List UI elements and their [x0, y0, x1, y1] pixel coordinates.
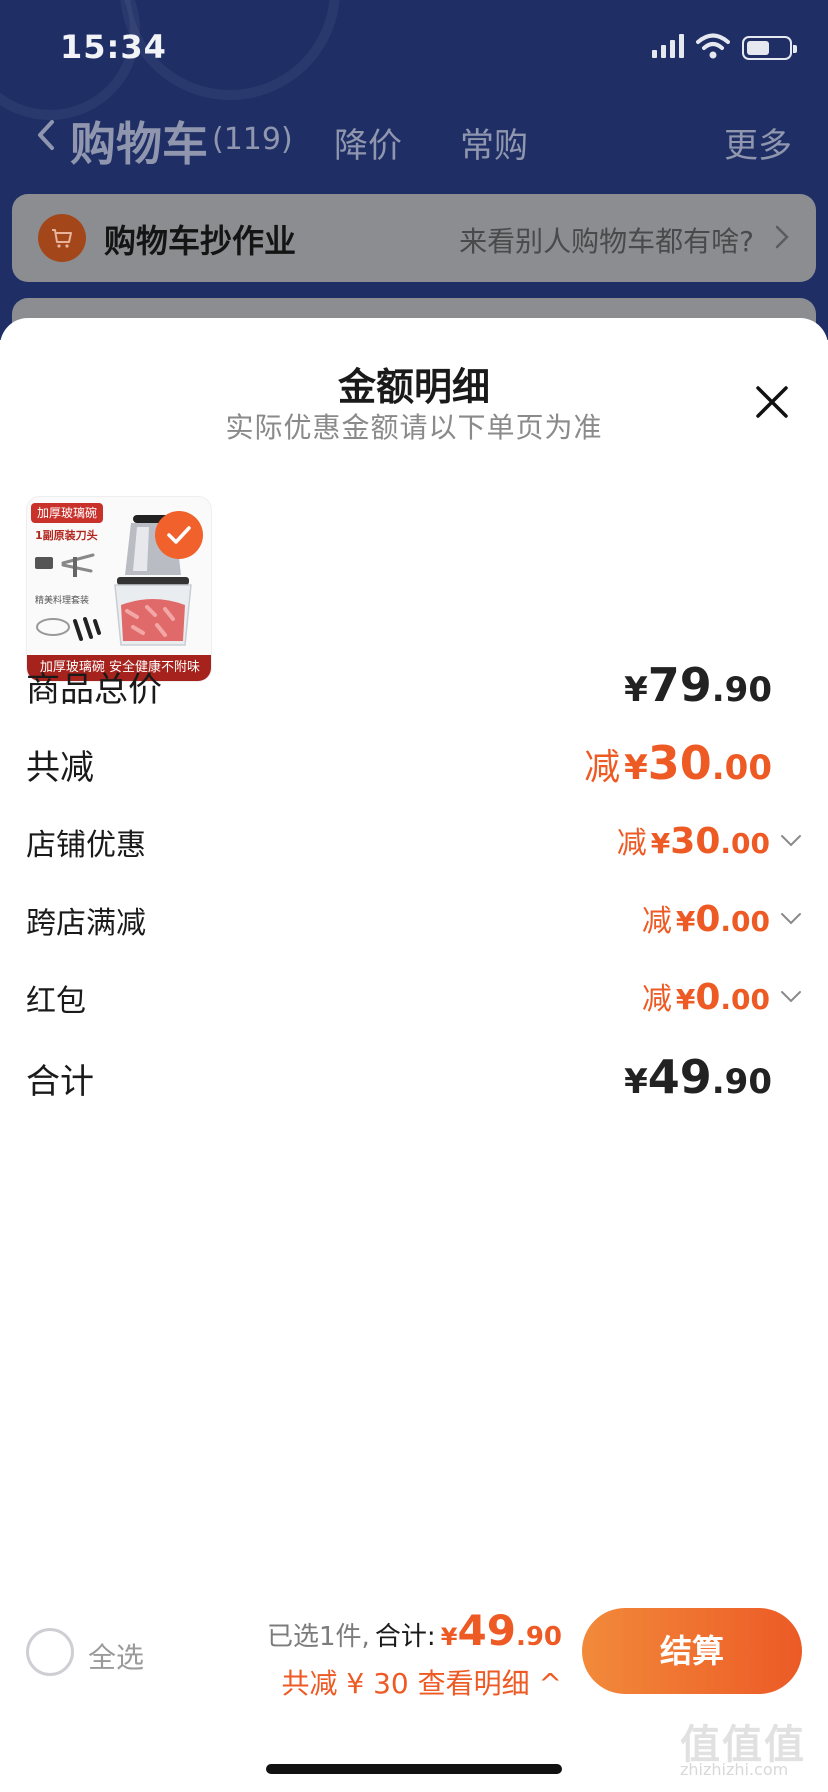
battery-icon [742, 36, 797, 60]
cart-header-background: 15:34 购物车 (119) 降价 常购 更多 购物车抄作业 来看别人购物车都… [0, 0, 828, 340]
select-all-label[interactable]: 全选 [88, 1636, 144, 1676]
grand-total-value: ¥49.90 [624, 1050, 772, 1104]
total-integer: 49 [457, 1606, 516, 1655]
page-title: 购物车 [70, 117, 208, 171]
cellular-signal-icon [652, 34, 684, 58]
grand-total-label: 合计 [26, 1062, 94, 1102]
cross-shop-value[interactable]: 减 ¥0.00 [642, 896, 770, 940]
accessory-kit-image [36, 617, 101, 641]
more-button[interactable]: 更多 [724, 118, 792, 167]
back-arrow-icon[interactable] [34, 118, 58, 152]
select-all-radio[interactable] [26, 1628, 74, 1676]
product-feature-text: 1副原装刀头 [35, 529, 98, 542]
amount-detail-sheet: 金额明细 实际优惠金额请以下单页为准 加厚玻璃碗 1副原装刀头 精美料理套装 加… [0, 318, 828, 1792]
tab-price-drop[interactable]: 降价 [334, 118, 402, 167]
total-price-value: ¥79.90 [624, 658, 772, 712]
banner-title: 购物车抄作业 [104, 222, 297, 260]
status-time: 15:34 [60, 28, 167, 66]
cross-shop-label: 跨店满减 [26, 906, 146, 941]
sheet-title: 金额明细 [337, 365, 490, 409]
total-discount-value: 减 ¥30.00 [584, 736, 772, 790]
cart-count: (119) [212, 122, 293, 157]
product-tag: 加厚玻璃碗 [31, 503, 104, 523]
tab-frequent[interactable]: 常购 [460, 118, 528, 167]
shop-discount-label: 店铺优惠 [26, 828, 146, 863]
homework-banner[interactable]: 购物车抄作业 来看别人购物车都有啥? [12, 194, 816, 282]
banner-subtitle: 来看别人购物车都有啥? [459, 225, 754, 258]
blade-image [35, 553, 95, 577]
total-decimal: .90 [515, 1622, 562, 1652]
watermark-url: zhizhizhi.com [680, 1760, 789, 1779]
total-label: 合计: [374, 1622, 436, 1652]
wifi-icon [696, 33, 730, 59]
total-price-label: 商品总价 [26, 670, 162, 710]
red-packet-value[interactable]: 减 ¥0.00 [642, 974, 770, 1018]
selected-count: 已选1件, [267, 1622, 370, 1652]
sheet-subtitle: 实际优惠金额请以下单页为准 [225, 411, 603, 444]
home-indicator[interactable] [266, 1764, 562, 1774]
total-currency: ¥ [440, 1623, 458, 1651]
order-summary: 已选1件, 合计: ¥49.90 [267, 1606, 562, 1655]
product-thumbnail[interactable]: 加厚玻璃碗 1副原装刀头 精美料理套装 加厚玻璃碗 安全健康不附味 [26, 496, 212, 682]
chevron-down-icon[interactable] [780, 834, 802, 848]
red-packet-label: 红包 [26, 984, 86, 1019]
selected-check-icon[interactable] [155, 511, 203, 559]
shop-discount-value[interactable]: 减 ¥30.00 [617, 818, 770, 862]
view-detail-link[interactable]: 共减 ¥ 30 查看明细 ^ [281, 1662, 562, 1702]
chevron-down-icon[interactable] [780, 990, 802, 1004]
close-icon[interactable] [752, 382, 792, 422]
product-gift-text: 精美料理套装 [35, 596, 90, 606]
chevron-right-icon [775, 225, 789, 249]
checkout-button[interactable]: 结算 [582, 1608, 802, 1694]
total-discount-label: 共减 [26, 748, 94, 788]
cart-heart-icon [38, 214, 86, 262]
chevron-down-icon[interactable] [780, 912, 802, 926]
